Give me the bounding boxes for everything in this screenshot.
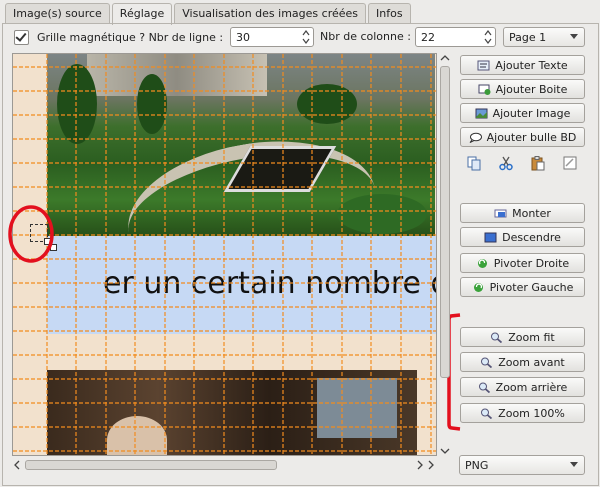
cut-button[interactable] [496, 153, 516, 173]
copy-button[interactable] [464, 153, 484, 173]
add-image-label: Ajouter Image [492, 106, 571, 120]
raise-label: Monter [512, 206, 551, 220]
layout-canvas[interactable]: er un certain nombre d [12, 53, 437, 456]
horizontal-scrollbar[interactable] [12, 458, 437, 471]
format-select[interactable]: PNG [459, 455, 585, 475]
rows-spinbox[interactable]: 30 [230, 27, 314, 47]
grid-checkbox[interactable] [14, 29, 29, 45]
page-value: Page 1 [509, 30, 547, 44]
rotate-right-button[interactable]: Pivoter Droite [460, 253, 585, 273]
raise-button[interactable]: Monter [460, 203, 585, 223]
copy-icon [467, 156, 481, 171]
grid-toolbar: Grille magnétique ? Nbr de ligne : [14, 27, 223, 47]
box-icon [478, 84, 491, 95]
zoom-out-label: Zoom arrière [495, 380, 568, 394]
bring-forward-icon [494, 209, 507, 217]
format-value: PNG [465, 458, 489, 472]
rotate-left-label: Pivoter Gauche [489, 280, 574, 294]
rows-value: 30 [236, 30, 250, 44]
rotate-right-label: Pivoter Droite [493, 256, 570, 270]
chevron-down-icon [570, 34, 578, 39]
zoom-fit-button[interactable]: Zoom fit [460, 327, 585, 347]
cols-value: 22 [421, 30, 435, 44]
delete-button[interactable] [560, 153, 580, 173]
lower-label: Descendre [502, 230, 561, 244]
scroll-right-icon[interactable] [426, 460, 436, 470]
scroll-down-icon[interactable] [440, 446, 450, 456]
add-text-button[interactable]: Ajouter Texte [460, 55, 585, 75]
zoom-fit-label: Zoom fit [508, 330, 555, 344]
horizontal-scroll-thumb[interactable] [25, 460, 277, 470]
zoom-out-button[interactable]: Zoom arrière [460, 377, 585, 397]
send-backward-icon [484, 232, 497, 242]
vertical-scroll-thumb[interactable] [440, 66, 450, 378]
add-image-button[interactable]: Ajouter Image [460, 103, 585, 123]
tab-reglage[interactable]: Réglage [111, 3, 173, 25]
speech-bubble-icon [469, 132, 482, 143]
scroll-right-icon[interactable] [415, 460, 425, 470]
tab-visualisation[interactable]: Visualisation des images créées [174, 3, 367, 24]
scroll-up-icon[interactable] [440, 53, 450, 63]
scissors-icon [499, 156, 513, 171]
clear-icon [563, 156, 577, 170]
scroll-left-icon[interactable] [12, 460, 22, 470]
cols-label: Nbr de colonne : [320, 30, 411, 43]
spin-arrows-icon[interactable] [302, 30, 310, 44]
magnetic-grid [13, 54, 436, 455]
vertical-scrollbar[interactable] [438, 53, 451, 456]
grid-label: Grille magnétique ? Nbr de ligne : [37, 30, 224, 44]
cols-spinbox[interactable]: 22 [415, 27, 496, 47]
lower-button[interactable]: Descendre [460, 227, 585, 247]
rotate-left-button[interactable]: Pivoter Gauche [460, 277, 585, 297]
image-icon [475, 108, 488, 118]
zoom-100-label: Zoom 100% [498, 406, 565, 420]
paste-icon [531, 156, 545, 171]
page-select[interactable]: Page 1 [503, 27, 585, 47]
add-box-label: Ajouter Boite [495, 82, 568, 96]
paste-button[interactable] [528, 153, 548, 173]
zoom-100-icon [481, 408, 493, 419]
zoom-in-icon [481, 357, 493, 368]
zoom-in-label: Zoom avant [498, 355, 565, 369]
rotate-left-icon [473, 282, 483, 292]
text-icon [477, 60, 490, 70]
tab-image-source[interactable]: Image(s) source [5, 3, 110, 24]
zoom-in-button[interactable]: Zoom avant [460, 352, 585, 372]
tab-bar: Image(s) source Réglage Visualisation de… [5, 3, 413, 25]
add-bubble-label: Ajouter bulle BD [486, 130, 577, 144]
add-bubble-button[interactable]: Ajouter bulle BD [460, 127, 585, 147]
chevron-down-icon [570, 462, 578, 467]
magnifier-icon [491, 332, 503, 343]
highlight-circle-left [8, 205, 54, 263]
zoom-out-icon [478, 382, 490, 393]
tab-infos[interactable]: Infos [368, 3, 411, 24]
rotate-right-icon [477, 258, 487, 268]
add-text-label: Ajouter Texte [495, 58, 568, 72]
add-box-button[interactable]: Ajouter Boite [460, 79, 585, 99]
zoom-100-button[interactable]: Zoom 100% [460, 403, 585, 423]
spin-arrows-icon[interactable] [484, 30, 492, 44]
